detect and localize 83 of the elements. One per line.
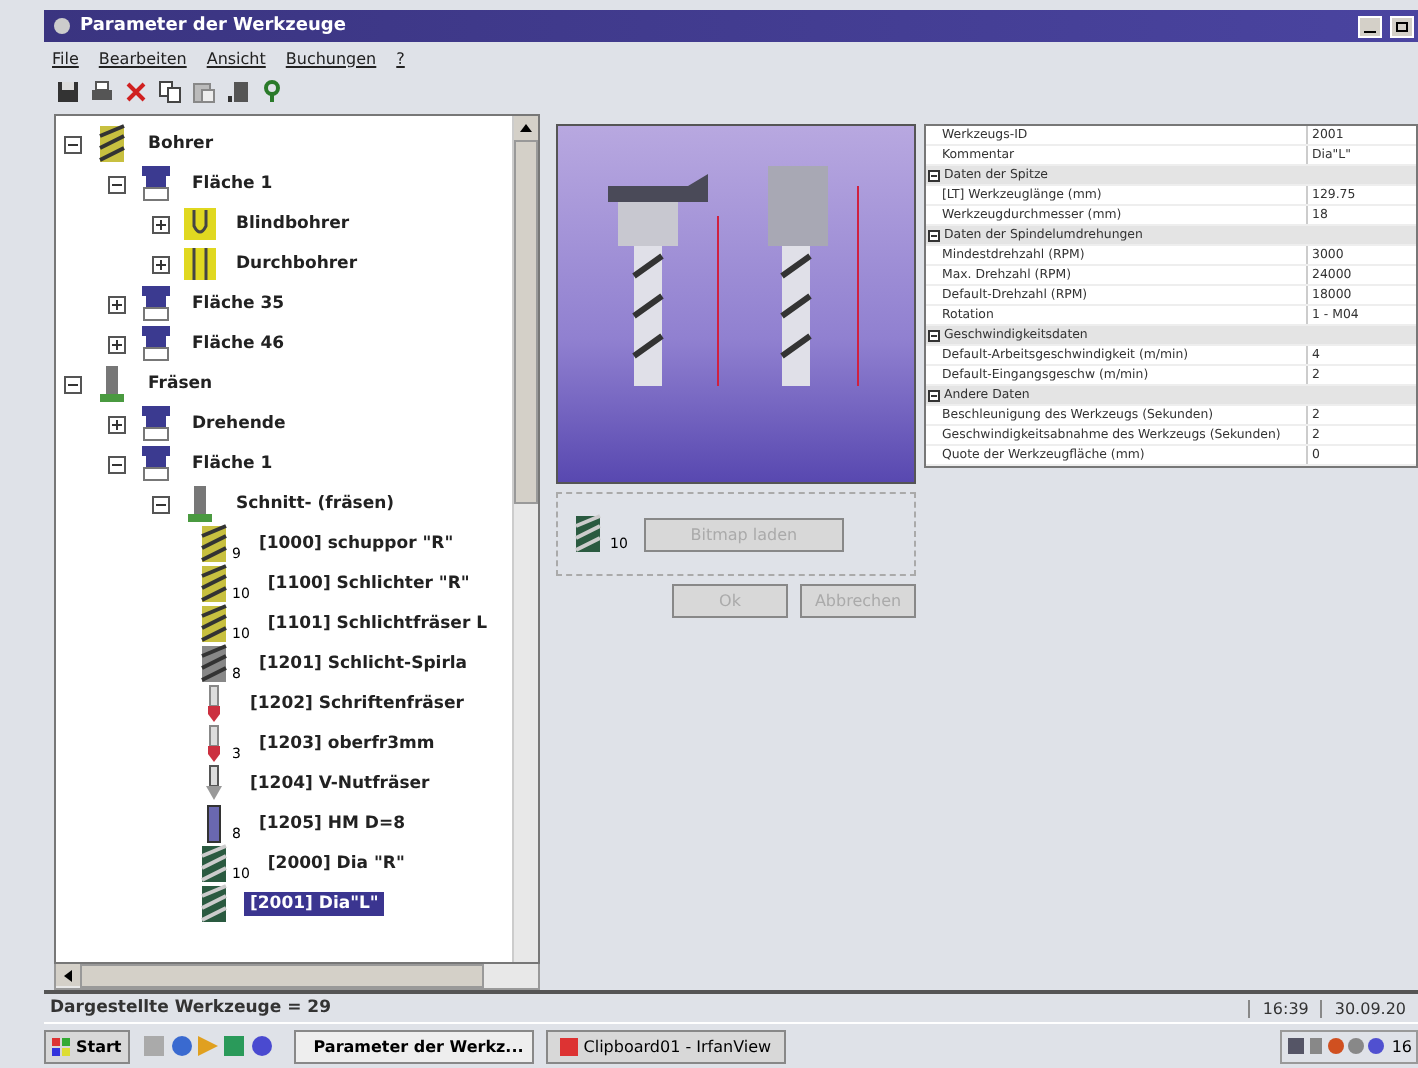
hole-icon: [182, 204, 218, 244]
collapse-icon[interactable]: [928, 389, 941, 401]
spindle-icon: [138, 284, 174, 324]
menu-item[interactable]: File: [52, 49, 79, 67]
tree-item[interactable]: [1204] V-Nutfräser: [244, 772, 436, 796]
tree-item[interactable]: Fräsen: [142, 372, 219, 396]
spiral-cutter-icon: [570, 514, 607, 554]
mill-icon: [182, 484, 218, 524]
collapse-toggle[interactable]: [64, 135, 82, 153]
app-icon: [52, 16, 72, 36]
tree-item[interactable]: [2001] Dia"L": [244, 892, 385, 916]
tree-item[interactable]: [1000] schuppor "R": [252, 532, 460, 556]
spindle-icon: [138, 324, 174, 364]
tray-icons[interactable]: [1285, 1036, 1386, 1056]
help-icon[interactable]: [260, 80, 284, 104]
tree-item[interactable]: [1205] HM D=8: [252, 812, 411, 836]
status-text: Dargestellte Werkzeuge = 29: [48, 998, 333, 1018]
tree-item[interactable]: Bohrer: [142, 132, 220, 156]
menu-item[interactable]: Ansicht: [206, 49, 266, 67]
tree-item[interactable]: [1100] Schlichter "R": [261, 572, 476, 596]
app-icon: [559, 1037, 578, 1055]
expand-toggle[interactable]: [108, 415, 126, 433]
status-date: 30.09.20: [1320, 999, 1418, 1017]
tree-item[interactable]: [1202] Schriftenfräser: [244, 692, 470, 716]
tree-item[interactable]: Drehende: [186, 412, 292, 436]
collapse-toggle[interactable]: [152, 495, 170, 513]
collapse-icon[interactable]: [928, 169, 941, 181]
tree-item[interactable]: Blindbohrer: [230, 212, 356, 236]
spiral-cutter-icon: [196, 644, 232, 684]
scroll-thumb[interactable]: [80, 964, 484, 988]
windows-icon: [52, 1037, 72, 1055]
printer-icon[interactable]: [90, 80, 114, 104]
collapse-toggle[interactable]: [64, 375, 82, 393]
taskbar-button[interactable]: Clipboard01 - IrfanView: [545, 1029, 786, 1063]
spindle-icon: [138, 404, 174, 444]
collapse-icon[interactable]: [928, 229, 941, 241]
tree-item[interactable]: [1101] Schlichtfräser L: [261, 612, 494, 636]
spiral-cutter-icon: [196, 884, 232, 924]
scroll-thumb[interactable]: [514, 140, 539, 504]
horizontal-scrollbar[interactable]: [54, 964, 541, 990]
tree-item[interactable]: [1203] oberfr3mm: [252, 732, 441, 756]
tree-item[interactable]: Fläche 46: [186, 332, 291, 356]
copy-icon[interactable]: [158, 80, 182, 104]
expand-toggle[interactable]: [152, 215, 170, 233]
spiral-cutter-icon: [196, 844, 232, 884]
expand-toggle[interactable]: [152, 255, 170, 273]
window-title: Parameter der Werkzeuge: [80, 16, 348, 36]
menu-item[interactable]: ?: [396, 49, 405, 67]
save-icon[interactable]: [56, 80, 80, 104]
spiral-cutter-icon: [196, 564, 232, 604]
export-icon[interactable]: [226, 80, 250, 104]
hole-icon: [182, 244, 218, 284]
collapse-icon[interactable]: [928, 329, 941, 341]
spiral-cutter-icon: [196, 604, 232, 644]
collapse-toggle[interactable]: [108, 455, 126, 473]
restore-button[interactable]: [1390, 15, 1414, 37]
tree-item[interactable]: Fläche 35: [186, 292, 291, 316]
tree-item[interactable]: Fläche 1: [186, 452, 279, 476]
tree-item[interactable]: [2000] Dia "R": [261, 852, 411, 876]
paste-icon[interactable]: [192, 80, 216, 104]
expand-toggle[interactable]: [108, 295, 126, 313]
spindle-icon: [138, 444, 174, 484]
scroll-up-icon[interactable]: [514, 116, 539, 140]
start-button[interactable]: Start: [44, 1029, 130, 1063]
tree-item[interactable]: Fläche 1: [186, 172, 279, 196]
menu-item[interactable]: Buchungen: [285, 49, 377, 67]
status-time: 16:39: [1248, 999, 1321, 1017]
spiral-cutter-icon: [196, 524, 232, 564]
minimize-button[interactable]: [1358, 15, 1382, 37]
delete-icon[interactable]: [124, 80, 148, 104]
expand-toggle[interactable]: [108, 335, 126, 353]
scroll-left-icon[interactable]: [56, 964, 80, 986]
collapse-toggle[interactable]: [108, 175, 126, 193]
spindle-icon: [138, 164, 174, 204]
mill-icon: [94, 364, 130, 404]
tree-item[interactable]: Schnitt- (fräsen): [230, 492, 401, 516]
spiral-cutter-icon: [94, 124, 130, 164]
taskbar-button[interactable]: Parameter der Werkz...: [293, 1029, 534, 1063]
vertical-scrollbar[interactable]: [512, 116, 539, 962]
tree-item[interactable]: Durchbohrer: [230, 252, 364, 276]
clock: 16: [1391, 1037, 1412, 1055]
tree-item[interactable]: [1201] Schlicht-Spirla: [252, 652, 474, 676]
menu-item[interactable]: Bearbeiten: [98, 49, 187, 67]
